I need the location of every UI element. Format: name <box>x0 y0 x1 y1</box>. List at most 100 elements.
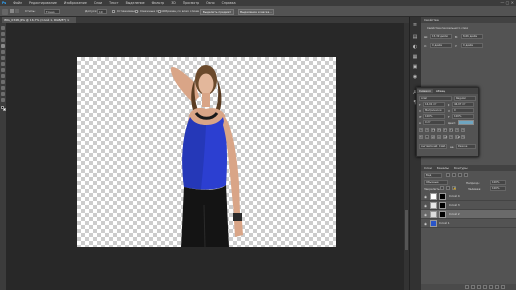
tab-paths[interactable]: Контуры <box>454 166 468 170</box>
fill-field[interactable]: 100% <box>490 186 506 191</box>
font-style-select[interactable]: Regular <box>454 96 476 101</box>
menu-file[interactable]: Файл <box>13 1 22 5</box>
antialias-select[interactable]: Резкое <box>456 144 476 149</box>
visibility-eye-icon[interactable]: ◉ <box>424 213 428 217</box>
menu-edit[interactable]: Редактирование <box>29 1 57 5</box>
history-icon[interactable]: ≡ <box>412 22 418 28</box>
layer-row-selected[interactable]: ◉ Слой 2 <box>421 210 516 219</box>
layer-row[interactable]: ◉ Слой 4 <box>421 192 516 201</box>
sample-all-checkbox[interactable] <box>158 10 161 13</box>
marquee-icon[interactable] <box>1 32 5 36</box>
pixel-filter-icon[interactable] <box>446 173 450 177</box>
layer-row[interactable]: ◉ Слой 3 <box>421 201 516 210</box>
stylistic-alternates-button[interactable]: ad <box>443 135 447 139</box>
brush-icon[interactable] <box>1 62 5 66</box>
menu-type[interactable]: Текст <box>109 1 118 5</box>
visibility-eye-icon[interactable]: ◉ <box>424 195 428 199</box>
language-select[interactable]: Английский: США <box>419 144 447 149</box>
hand-icon[interactable] <box>1 92 5 96</box>
font-family-select[interactable]: Arial <box>419 96 452 101</box>
style-select[interactable]: Точно <box>44 9 60 14</box>
x-field[interactable]: 0 дюйм <box>430 43 452 48</box>
layer-mask-thumbnail[interactable] <box>439 202 446 209</box>
layer-name[interactable]: Слой 2 <box>449 210 460 219</box>
antialias-checkbox[interactable] <box>112 10 115 13</box>
vertical-scale-field[interactable]: 100% <box>423 114 445 119</box>
tab-character[interactable]: Символ <box>417 89 433 93</box>
superscript-button[interactable]: T¹ <box>443 128 447 132</box>
scrollbar-thumb[interactable] <box>405 210 408 250</box>
menu-image[interactable]: Изображение <box>64 1 87 5</box>
swatches-icon[interactable]: ▣ <box>412 64 418 70</box>
lock-pixels-icon[interactable] <box>440 186 444 190</box>
menu-view[interactable]: Просмотр <box>183 1 199 5</box>
new-layer-icon[interactable] <box>495 285 499 289</box>
document-canvas[interactable] <box>77 57 336 247</box>
channels-icon[interactable]: ◉ <box>412 74 418 80</box>
leading-field[interactable]: 46,07 пт <box>452 102 474 107</box>
layer-name[interactable]: Слой 4 <box>449 192 460 201</box>
properties-icon[interactable]: ▤ <box>412 34 418 40</box>
titling-button[interactable]: T <box>449 135 453 139</box>
selection-mode-icons[interactable] <box>10 9 22 14</box>
eyedropper-icon[interactable] <box>1 56 5 60</box>
swash-button[interactable]: A <box>437 135 441 139</box>
tab-layers[interactable]: Слои <box>424 166 432 170</box>
tool-preset-icon[interactable] <box>2 8 8 15</box>
ordinals-button[interactable]: 1st <box>455 135 460 139</box>
tracking-field[interactable]: 0 <box>452 108 474 113</box>
add-style-icon[interactable] <box>471 285 475 289</box>
properties-panel-header[interactable]: Свойства <box>421 17 516 23</box>
crop-icon[interactable] <box>1 50 5 54</box>
blend-mode-select[interactable]: Обычные <box>424 180 448 185</box>
baseline-field[interactable]: 0 пт <box>423 120 445 125</box>
text-icon[interactable] <box>1 86 5 90</box>
menu-window[interactable]: Окно <box>206 1 214 5</box>
layer-filter-select[interactable]: Вид <box>424 173 442 178</box>
all-caps-button[interactable]: TT <box>431 128 435 132</box>
lasso-icon[interactable] <box>1 38 5 42</box>
subscript-button[interactable]: T₁ <box>449 128 453 132</box>
font-size-field[interactable]: 16,01 пт <box>423 102 445 107</box>
tolerance-input[interactable]: 10 <box>97 9 107 14</box>
menu-filter[interactable]: Фильтр <box>152 1 165 5</box>
menu-help[interactable]: Справка <box>222 1 236 5</box>
layer-name[interactable]: Слой 3 <box>449 201 460 210</box>
layer-mask-thumbnail[interactable] <box>439 211 446 218</box>
eraser-icon[interactable] <box>1 74 5 78</box>
layer-filter-icons[interactable] <box>446 173 474 178</box>
gradient-icon[interactable] <box>1 80 5 84</box>
small-caps-button[interactable]: Tt <box>437 128 441 132</box>
add-mask-icon[interactable] <box>477 285 481 289</box>
adjustment-filter-icon[interactable] <box>452 173 456 177</box>
menu-layer[interactable]: Слои <box>94 1 102 5</box>
layer-row[interactable]: ◉ Слой 1 <box>421 219 516 228</box>
height-field[interactable]: 8,66 дюйм <box>461 34 483 39</box>
contiguous-checkbox[interactable] <box>135 10 138 13</box>
layer-name[interactable]: Слой 1 <box>439 219 450 228</box>
ligatures-button[interactable]: fi <box>419 135 423 139</box>
move-icon[interactable] <box>1 26 5 30</box>
old-style-button[interactable]: ℴ <box>425 135 429 139</box>
layer-mask-thumbnail[interactable] <box>439 193 446 200</box>
width-field[interactable]: 15,39 дюйм <box>430 34 452 39</box>
adjustments-icon[interactable]: ◐ <box>412 44 418 50</box>
y-field[interactable]: 0 дюйм <box>461 43 483 48</box>
lock-position-icon[interactable] <box>446 186 450 190</box>
menu-3d[interactable]: 3D <box>171 1 175 5</box>
new-adjustment-icon[interactable] <box>483 285 487 289</box>
zoom-icon[interactable] <box>1 98 5 102</box>
visibility-eye-icon[interactable]: ◉ <box>424 204 428 208</box>
trash-icon[interactable] <box>501 285 505 289</box>
discretionary-ligatures-button[interactable]: st <box>431 135 435 139</box>
faux-italic-button[interactable]: T <box>425 128 429 132</box>
new-group-icon[interactable] <box>489 285 493 289</box>
tab-channels[interactable]: Каналы <box>437 166 449 170</box>
stamp-icon[interactable] <box>1 68 5 72</box>
shape-filter-icon[interactable] <box>464 173 468 177</box>
underline-button[interactable]: T <box>455 128 459 132</box>
magic-wand-icon[interactable] <box>1 44 5 48</box>
opacity-field[interactable]: 100% <box>490 180 506 185</box>
styles-icon[interactable]: ▦ <box>412 54 418 60</box>
fractions-button[interactable]: ½ <box>461 135 465 139</box>
